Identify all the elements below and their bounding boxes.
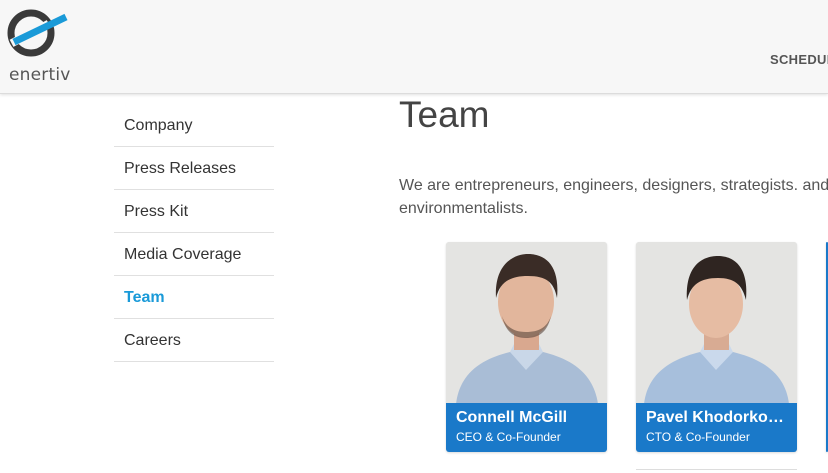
team-card[interactable]: Pavel Khodorkov… CTO & Co-Founder [636,242,797,452]
team-member-photo [446,242,607,404]
team-member-name: Pavel Khodorkov… [646,409,787,426]
team-card-caption: Pavel Khodorkov… CTO & Co-Founder [636,403,797,452]
divider [636,469,797,473]
team-card-caption: Connell McGill CEO & Co-Founder [446,403,607,452]
sidebar-item-press-releases[interactable]: Press Releases [114,147,274,190]
page-title: Team [399,94,490,135]
sidebar-item-press-kit[interactable]: Press Kit [114,190,274,233]
sidebar-nav: Company Press Releases Press Kit Media C… [114,104,274,362]
team-card[interactable]: Connell McGill CEO & Co-Founder [446,242,607,452]
team-member-role: CTO & Co-Founder [646,430,750,444]
enertiv-logo[interactable]: enertiv [4,6,74,85]
sidebar-item-company[interactable]: Company [114,104,274,147]
site-header: enertiv SCHEDUL [0,0,828,94]
intro-text: We are entrepreneurs, engineers, designe… [399,174,828,220]
logo-wordmark: enertiv [9,65,71,85]
team-member-name: Connell McGill [456,409,568,426]
nav-link-schedule[interactable]: SCHEDUL [770,52,828,67]
team-member-photo [636,242,797,404]
intro-line-1: We are entrepreneurs, engineers, designe… [399,177,828,194]
sidebar-item-media-coverage[interactable]: Media Coverage [114,233,274,276]
sidebar-item-team[interactable]: Team [114,276,274,319]
sidebar-item-careers[interactable]: Careers [114,319,274,362]
team-member-role: CEO & Co-Founder [456,430,561,444]
intro-line-2: environmentalists. [399,200,528,217]
